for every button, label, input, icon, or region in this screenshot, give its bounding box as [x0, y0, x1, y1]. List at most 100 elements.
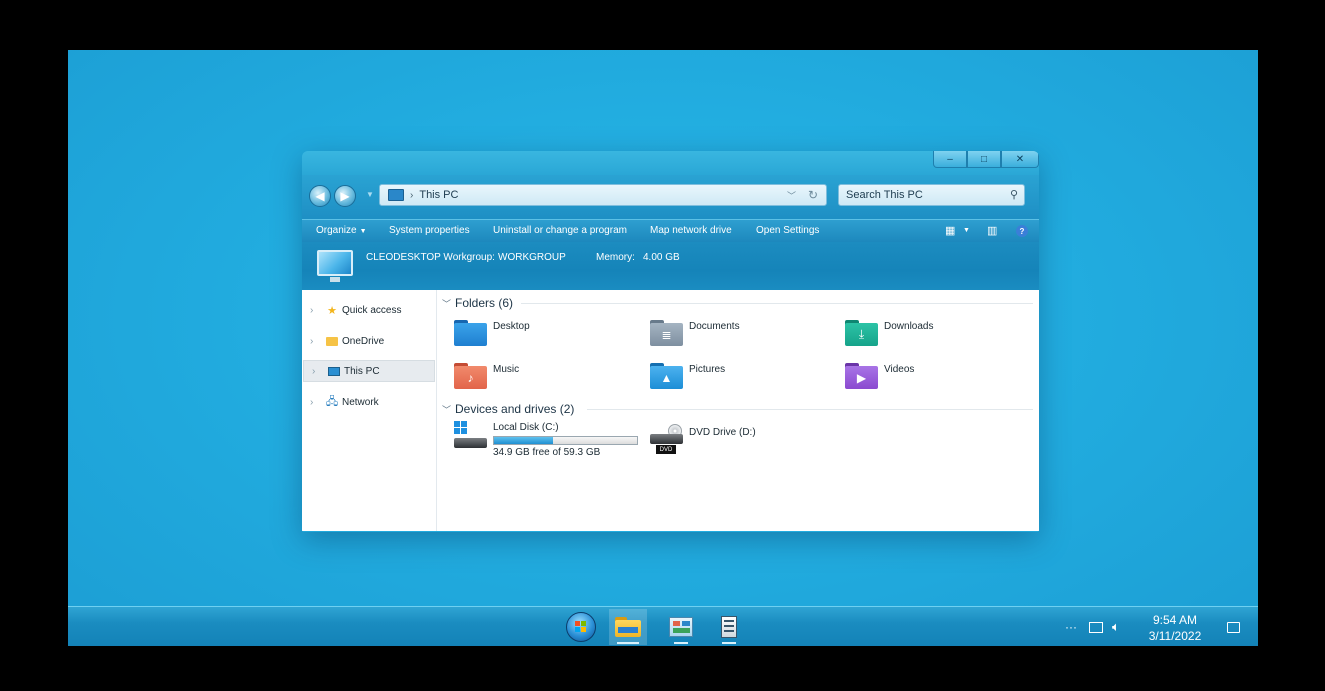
drives-group-header[interactable]: ﹀ Devices and drives (2) [442, 402, 574, 416]
folder-documents[interactable]: ≣ Documents [650, 320, 740, 346]
clock-date: 3/11/2022 [1148, 629, 1202, 643]
back-arrow-icon: ◀ [315, 189, 325, 203]
this-pc-icon [388, 189, 404, 201]
computer-icon [317, 250, 353, 276]
expand-chevron-icon[interactable]: › [310, 336, 320, 347]
file-explorer-window: – □ ✕ ◀ ▶ ▼ › This PC ﹀ ↻ Search This PC… [302, 151, 1039, 532]
drive-dvd-d[interactable]: DVD DVD Drive (D:) [650, 424, 756, 454]
change-view-icon[interactable]: ▦ [945, 224, 955, 237]
documents-folder-icon: ≣ [650, 320, 683, 346]
minimize-button[interactable]: – [933, 151, 967, 168]
system-properties-button[interactable]: System properties [389, 225, 470, 236]
refresh-icon[interactable]: ↻ [808, 188, 818, 202]
close-button[interactable]: ✕ [1001, 151, 1039, 168]
map-network-drive-button[interactable]: Map network drive [650, 225, 732, 236]
sidebar-item-label: Quick access [342, 304, 402, 316]
clock[interactable]: 9:54 AM 3/11/2022 [1140, 612, 1210, 644]
desktop-folder-icon [454, 320, 487, 346]
taskbar-app[interactable] [710, 609, 748, 645]
details-pane: CLEODESKTOP Workgroup: WORKGROUP Memory:… [302, 242, 1039, 290]
collapse-chevron-icon[interactable]: ﹀ [442, 297, 451, 310]
folder-music[interactable]: ♪ Music [454, 363, 519, 389]
running-indicator [722, 642, 736, 644]
back-button[interactable]: ◀ [309, 185, 331, 207]
expand-chevron-icon[interactable]: › [312, 366, 322, 377]
workgroup-value: WORKGROUP [498, 252, 566, 263]
address-dropdown-icon[interactable]: ﹀ [787, 189, 796, 202]
group-divider [521, 303, 1033, 304]
running-indicator [674, 642, 688, 644]
folder-downloads[interactable]: ⤓ Downloads [845, 320, 933, 346]
group-divider [587, 409, 1033, 410]
folder-desktop[interactable]: Desktop [454, 320, 530, 346]
folder-videos[interactable]: ▶ Videos [845, 363, 914, 389]
disk-usage-fill [494, 437, 553, 444]
monitor-icon [328, 366, 340, 377]
videos-folder-icon: ▶ [845, 363, 878, 389]
sidebar-item-network[interactable]: › 🖧 Network [302, 391, 436, 413]
hard-drive-icon [454, 421, 487, 451]
address-bar[interactable]: › This PC ﹀ ↻ [379, 184, 827, 206]
organize-button[interactable]: Organize ▼ [316, 225, 367, 236]
pictures-folder-icon: ▲ [650, 363, 683, 389]
title-bar[interactable]: – □ ✕ [302, 151, 1039, 175]
sidebar-item-label: Network [342, 396, 379, 408]
sidebar-item-this-pc[interactable]: › This PC [303, 360, 435, 382]
drive-local-disk-c[interactable]: Local Disk (C:) 34.9 GB free of 59.3 GB [454, 421, 638, 458]
command-bar: Organize ▼ System properties Uninstall or… [302, 219, 1039, 242]
windows-logo-icon [566, 612, 596, 642]
help-icon[interactable]: ? [1016, 225, 1028, 237]
preview-pane-icon[interactable]: ▥ [987, 224, 997, 237]
control-panel-icon [669, 617, 693, 637]
collapse-chevron-icon[interactable]: ﹀ [442, 403, 451, 416]
start-button[interactable] [562, 609, 600, 645]
desktop: – □ ✕ ◀ ▶ ▼ › This PC ﹀ ↻ Search This PC… [68, 50, 1258, 646]
organize-caret-icon: ▼ [359, 228, 367, 235]
open-settings-button[interactable]: Open Settings [756, 225, 819, 236]
folder-icon [326, 336, 338, 347]
clock-time: 9:54 AM [1152, 613, 1198, 627]
folders-group-header[interactable]: ﹀ Folders (6) [442, 296, 513, 310]
taskbar-file-explorer[interactable] [609, 609, 647, 645]
memory-label: Memory: [596, 252, 635, 263]
taskbar: ··· 🔈︎ 9:54 AM 3/11/2022 [68, 606, 1258, 646]
view-dropdown-icon[interactable]: ▼ [963, 227, 970, 234]
file-list: ﹀ Folders (6) Desktop ≣ Documents ⤓ Down… [437, 290, 1039, 531]
uninstall-program-button[interactable]: Uninstall or change a program [493, 225, 627, 236]
forward-button[interactable]: ▶ [334, 185, 356, 207]
taskbar-control-panel[interactable] [662, 609, 700, 645]
drive-label: DVD Drive (D:) [689, 427, 756, 438]
volume-icon[interactable]: 🔈︎ [1112, 607, 1120, 646]
breadcrumb-separator: › [410, 189, 414, 201]
search-input[interactable]: Search This PC ⚲ [838, 184, 1025, 206]
tray-overflow-button[interactable]: ··· [1065, 607, 1077, 646]
sidebar-item-label: OneDrive [342, 335, 385, 347]
forward-arrow-icon: ▶ [340, 189, 350, 203]
maximize-button[interactable]: □ [967, 151, 1001, 168]
file-explorer-icon [615, 617, 641, 637]
sidebar-item-quick-access[interactable]: › ★ Quick access [302, 299, 436, 321]
active-indicator [617, 642, 639, 644]
navigation-bar: ◀ ▶ ▼ › This PC ﹀ ↻ Search This PC ⚲ [302, 175, 1039, 219]
network-status-icon[interactable] [1089, 607, 1103, 646]
dvd-drive-icon: DVD [650, 424, 683, 454]
music-folder-icon: ♪ [454, 363, 487, 389]
drive-label: Local Disk (C:) [493, 422, 559, 433]
sidebar-item-label: This PC [344, 365, 380, 377]
recent-locations-dropdown-icon[interactable]: ▼ [366, 190, 374, 199]
breadcrumb-this-pc[interactable]: This PC [419, 189, 458, 201]
computer-name: CLEODESKTOP Workgroup: [366, 252, 495, 263]
computer-stand [330, 277, 340, 282]
search-icon[interactable]: ⚲ [1010, 188, 1018, 201]
notifications-icon[interactable] [1227, 607, 1240, 646]
server-icon [721, 616, 737, 638]
expand-chevron-icon[interactable]: › [310, 305, 320, 316]
folder-pictures[interactable]: ▲ Pictures [650, 363, 725, 389]
disk-usage-bar [493, 436, 638, 445]
memory-value: 4.00 GB [643, 252, 680, 263]
search-placeholder: Search This PC [846, 189, 923, 201]
navigation-pane: › ★ Quick access › OneDrive › This PC › … [302, 290, 437, 531]
network-icon: 🖧 [325, 395, 339, 408]
sidebar-item-onedrive[interactable]: › OneDrive [302, 330, 436, 352]
expand-chevron-icon[interactable]: › [310, 397, 320, 408]
